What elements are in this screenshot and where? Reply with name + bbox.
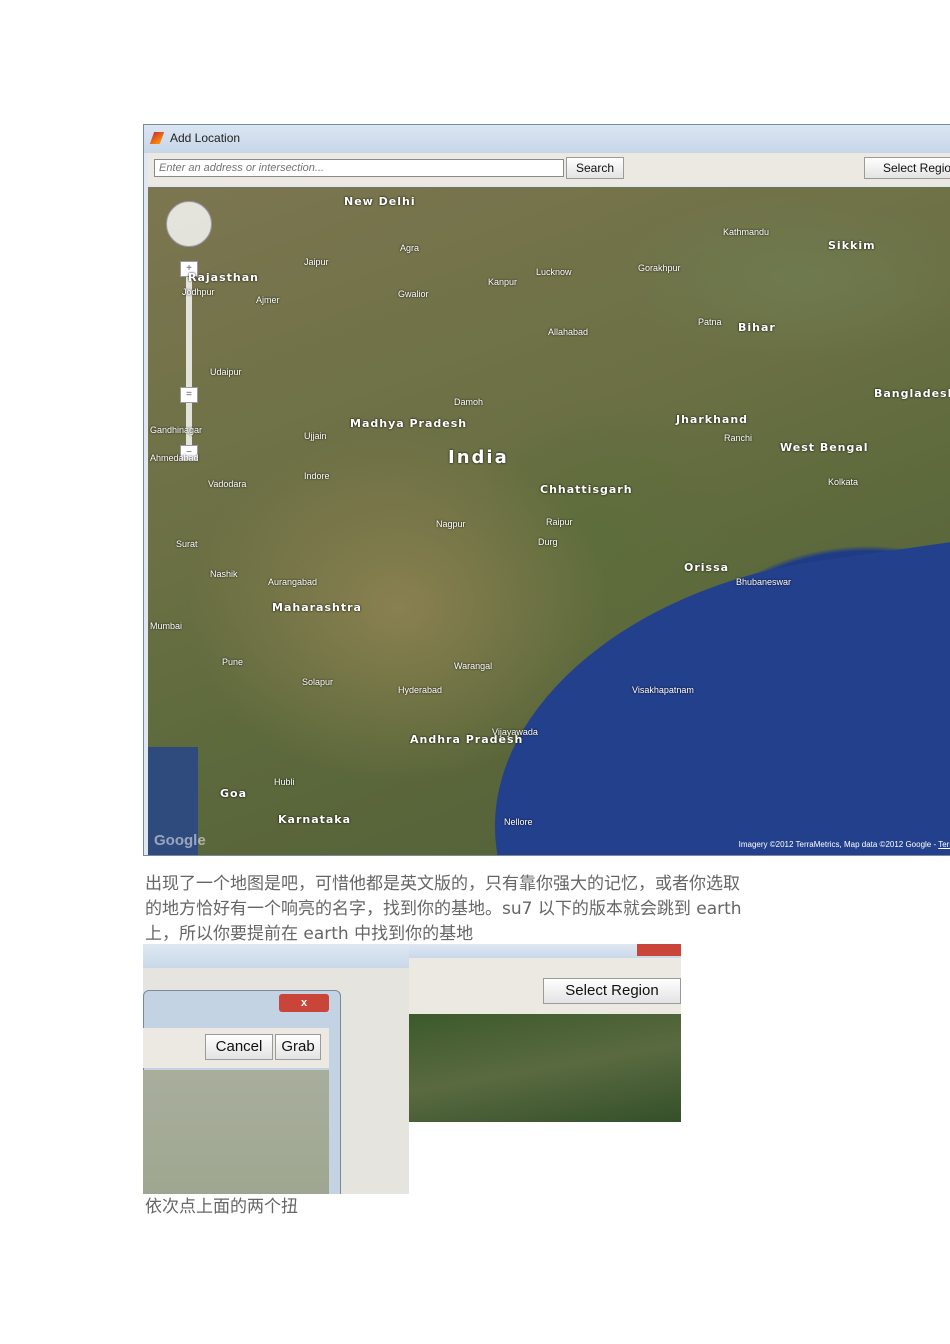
bay-of-bengal	[463, 527, 950, 855]
map-label: Warangal	[454, 661, 493, 671]
cancel-button[interactable]: Cancel	[205, 1034, 273, 1060]
map-label: Kanpur	[488, 277, 518, 287]
title-bar: Add Location	[144, 125, 950, 153]
map-label: Hubli	[274, 777, 295, 787]
map-label: Gandhinagar	[150, 425, 203, 435]
select-region-screenshot: Select Region	[409, 944, 681, 1122]
map-label: Ujjain	[304, 431, 327, 441]
map-label: Jharkhand	[676, 413, 749, 426]
attribution-text: Imagery ©2012 TerraMetrics, Map data ©20…	[738, 840, 939, 849]
close-icon[interactable]: x	[279, 994, 329, 1012]
map-label: Pune	[222, 657, 244, 667]
add-location-window: Add Location Search Select Region + = − …	[143, 124, 950, 856]
map-label: Orissa	[684, 561, 730, 574]
google-logo: Google	[154, 832, 206, 849]
map-label: West Bengal	[780, 441, 869, 454]
map-label: Raipur	[546, 517, 573, 527]
map-label: Hyderabad	[398, 685, 443, 695]
map-label: Agra	[400, 243, 420, 253]
map-label: Ahmedabad	[150, 453, 199, 463]
map-label: Indore	[304, 471, 330, 481]
map-label: Aurangabad	[268, 577, 318, 587]
map-label: Maharashtra	[272, 601, 362, 614]
map-label: Chhattisgarh	[540, 483, 633, 496]
search-button[interactable]: Search	[566, 157, 624, 179]
app-icon	[149, 132, 165, 144]
satellite-map[interactable]: + = − Google Imagery ©2012 TerraMetrics,…	[148, 187, 950, 855]
map-label: Durg	[538, 537, 558, 547]
select-region-button-2[interactable]: Select Region	[543, 978, 681, 1004]
map-label: Bihar	[738, 321, 776, 334]
text-line: 的地方恰好有一个响亮的名字，找到你的基地。su7 以下的版本就会跳到 earth	[145, 899, 742, 919]
pan-control[interactable]	[166, 201, 212, 247]
grab-button[interactable]: Grab	[275, 1034, 321, 1060]
map-label: Karnataka	[278, 813, 352, 826]
text-line: 出现了一个地图是吧，可惜他都是英文版的，只有靠你强大的记忆，或者你选取	[145, 874, 740, 894]
map-label: New Delhi	[344, 195, 416, 208]
grab-dialog-screenshot: x Cancel Grab	[143, 944, 409, 1194]
map-attribution: Imagery ©2012 TerraMetrics, Map data ©20…	[739, 840, 950, 849]
map-label: Vijayawada	[492, 727, 538, 737]
paragraph-1: 出现了一个地图是吧，可惜他都是英文版的，只有靠你强大的记忆，或者你选取 的地方恰…	[145, 872, 742, 947]
map-label: Udaipur	[210, 367, 242, 377]
window-title: Add Location	[170, 131, 241, 145]
terms-link[interactable]: Terms	[938, 840, 950, 849]
map-label: Lucknow	[536, 267, 572, 277]
map-label: Nellore	[504, 817, 533, 827]
map-label: Bhubaneswar	[736, 577, 792, 587]
zoom-handle[interactable]: =	[180, 387, 198, 403]
map-label: Patna	[698, 317, 722, 327]
map-label: India	[448, 447, 509, 468]
map-label: Ajmer	[256, 295, 280, 305]
map-label: Gwalior	[398, 289, 429, 299]
map-label: Kathmandu	[723, 227, 770, 237]
map-label: Jodhpur	[182, 287, 215, 297]
map-label: Sikkim	[828, 239, 876, 252]
map-label: Nagpur	[436, 519, 466, 529]
map-label: Mumbai	[150, 621, 183, 631]
map-label: Nashik	[210, 569, 238, 579]
map-label: Rajasthan	[188, 271, 259, 284]
map-label: Solapur	[302, 677, 334, 687]
map-label: Madhya Pradesh	[350, 417, 468, 430]
toolbar: Search Select Region	[148, 153, 950, 185]
map-label: Damoh	[454, 397, 484, 407]
map-label: Jaipur	[304, 257, 329, 267]
address-input[interactable]	[154, 159, 564, 177]
map-label: Bangladesh	[874, 387, 950, 400]
map-label: Goa	[220, 787, 248, 800]
map-label: Gorakhpur	[638, 263, 681, 273]
map-label: Kolkata	[828, 477, 859, 487]
map-label: Vadodara	[208, 479, 247, 489]
map-label: Ranchi	[724, 433, 753, 443]
map-label: Allahabad	[548, 327, 589, 337]
map-label: Visakhapatnam	[632, 685, 694, 695]
select-region-button[interactable]: Select Region	[864, 157, 950, 179]
document-page: Add Location Search Select Region + = − …	[0, 0, 950, 1344]
map-label: Surat	[176, 539, 198, 549]
paragraph-2: 依次点上面的两个扭	[145, 1197, 298, 1217]
